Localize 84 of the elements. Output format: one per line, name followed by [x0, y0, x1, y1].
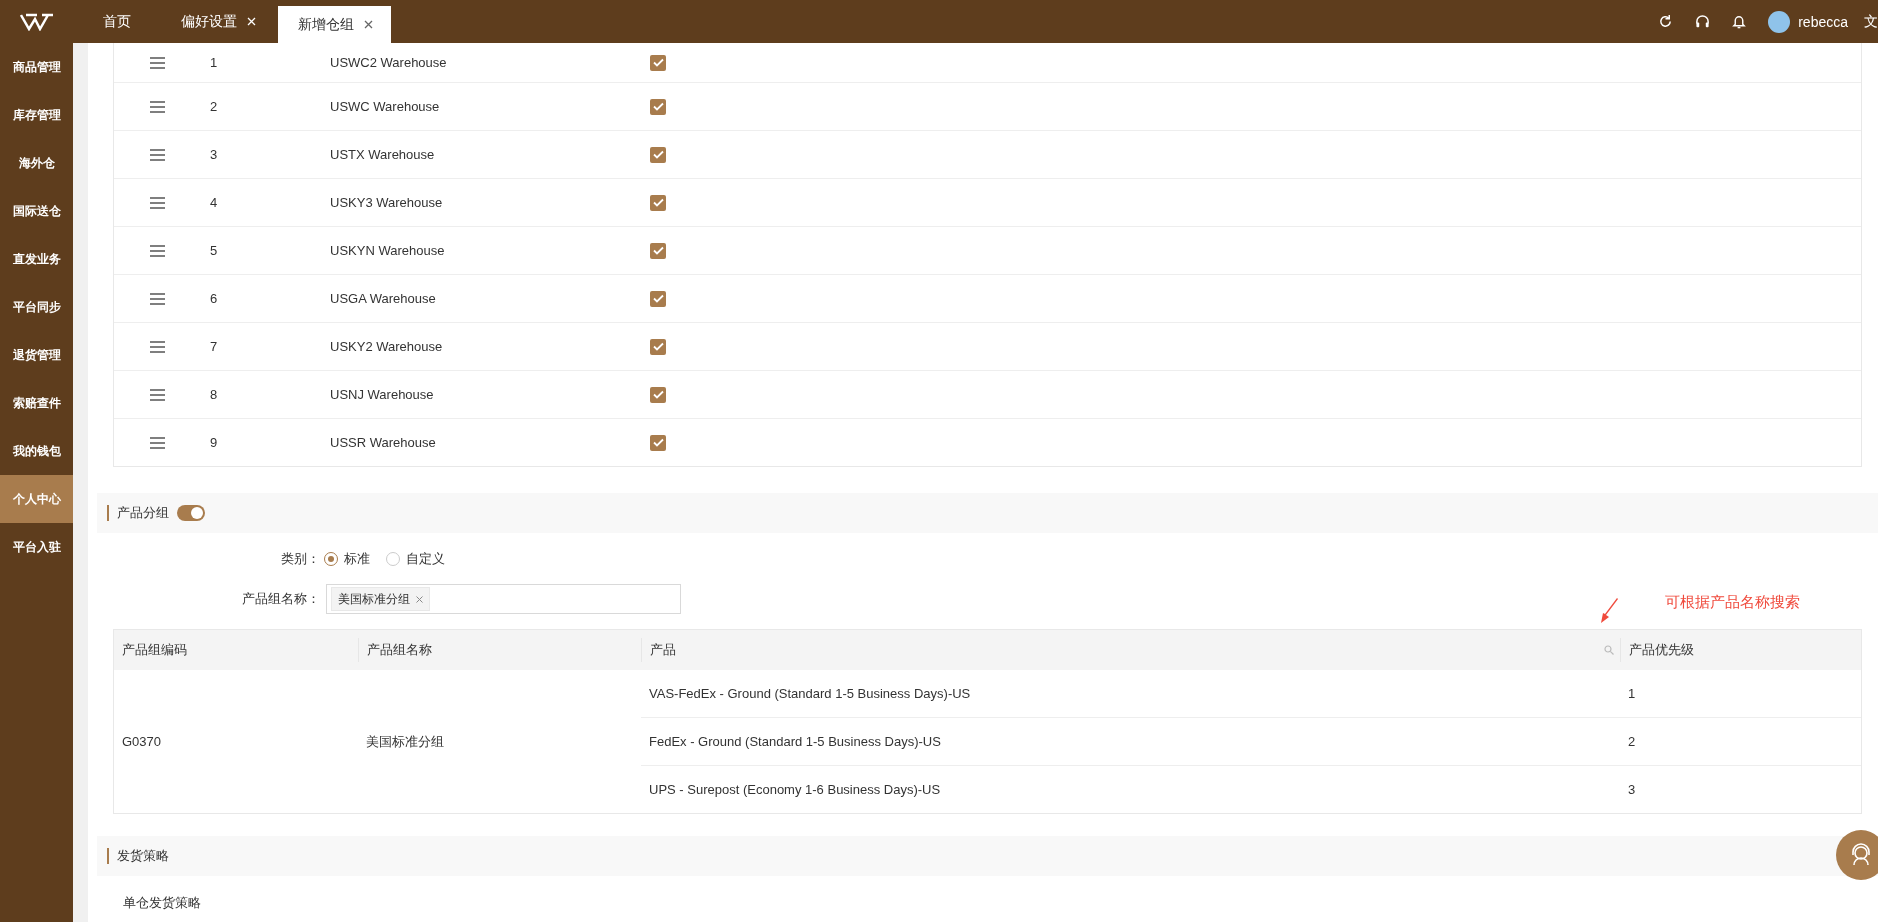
refresh-icon[interactable]	[1658, 14, 1674, 29]
drag-handle-icon[interactable]	[150, 196, 165, 209]
sidebar-item[interactable]: 库存管理	[0, 91, 73, 139]
drag-handle-icon[interactable]	[150, 244, 165, 257]
radio-option[interactable]: 标准	[324, 550, 370, 568]
column-header: 产品优先级	[1629, 641, 1694, 659]
sidebar-item[interactable]: 直发业务	[0, 235, 73, 283]
checkbox[interactable]	[650, 290, 666, 307]
sidebar-item[interactable]: 个人中心	[0, 475, 73, 523]
warehouse-name: USKY2 Warehouse	[330, 339, 443, 354]
sidebar-item[interactable]: 我的钱包	[0, 427, 73, 475]
field-label: 类别：	[280, 550, 321, 568]
warehouse-name: USNJ Warehouse	[330, 387, 434, 402]
checkbox[interactable]	[650, 98, 666, 115]
sidebar-item[interactable]: 退货管理	[0, 331, 73, 379]
row-number: 5	[210, 243, 218, 258]
warehouse-name: USWC Warehouse	[330, 99, 440, 114]
table-cell: UPS - Surepost (Economy 1-6 Business Days)-US	[649, 782, 941, 797]
checkbox[interactable]	[650, 242, 666, 259]
section-title: 发货策略	[117, 847, 169, 865]
drag-handle-icon[interactable]	[150, 340, 165, 353]
support-button[interactable]	[1836, 830, 1878, 880]
sidebar-item[interactable]: 索赔查件	[0, 379, 73, 427]
warehouse-name: USSR Warehouse	[330, 435, 436, 450]
column-header: 产品组名称	[367, 641, 432, 659]
annotation-arrow	[1600, 598, 1620, 624]
checkbox[interactable]	[650, 338, 666, 355]
table-cell: 1	[1628, 686, 1636, 701]
warehouse-name: USGA Warehouse	[330, 291, 436, 306]
table-cell: 3	[1628, 782, 1636, 797]
sidebar-item[interactable]: 平台同步	[0, 283, 73, 331]
user-name[interactable]: rebecca	[1798, 13, 1848, 30]
section-title: 产品分组	[117, 504, 169, 522]
column-header: 产品	[650, 641, 676, 659]
checkbox[interactable]	[650, 194, 666, 211]
subsection-title: 单仓发货策略	[123, 895, 201, 910]
row-number: 3	[210, 147, 218, 162]
checkbox[interactable]	[650, 386, 666, 403]
select-field[interactable]: 美国标准分组	[326, 584, 681, 614]
drag-handle-icon[interactable]	[150, 148, 165, 161]
warehouse-name: USKY3 Warehouse	[330, 195, 443, 210]
tag: 美国标准分组	[331, 587, 430, 611]
logo-icon	[19, 12, 54, 31]
annotation-text: 可根据产品名称搜索	[1665, 593, 1800, 612]
drag-handle-icon[interactable]	[150, 388, 165, 401]
tab[interactable]: 新增仓组	[278, 6, 391, 43]
row-number: 9	[210, 435, 218, 450]
warehouse-name: USTX Warehouse	[330, 147, 435, 162]
avatar[interactable]	[1768, 10, 1791, 33]
close-icon[interactable]	[364, 20, 373, 29]
sidebar-item[interactable]: 平台入驻	[0, 523, 73, 571]
drag-handle-icon[interactable]	[150, 436, 165, 449]
headset-person-icon	[1849, 843, 1873, 867]
tab[interactable]: 首页	[77, 0, 157, 43]
row-number: 2	[210, 99, 218, 114]
language-menu[interactable]: 文	[1864, 12, 1878, 31]
sidebar-item[interactable]: 国际送仓	[0, 187, 73, 235]
row-number: 6	[210, 291, 218, 306]
checkbox[interactable]	[650, 54, 666, 71]
checkbox[interactable]	[650, 434, 666, 451]
sidebar-item[interactable]: 海外仓	[0, 139, 73, 187]
table-cell: 美国标准分组	[366, 732, 444, 751]
bell-icon[interactable]	[1732, 14, 1747, 29]
row-number: 4	[210, 195, 218, 210]
row-number: 7	[210, 339, 218, 354]
drag-handle-icon[interactable]	[150, 56, 165, 69]
row-number: 1	[210, 55, 218, 70]
radio-option[interactable]: 自定义	[386, 550, 445, 568]
column-header: 产品组编码	[122, 641, 187, 659]
warehouse-name: USKYN Warehouse	[330, 243, 445, 258]
tab[interactable]: 偏好设置	[161, 0, 274, 43]
row-number: 8	[210, 387, 218, 402]
field-label: 产品组名称：	[241, 590, 321, 608]
warehouse-name: USWC2 Warehouse	[330, 55, 447, 70]
sidebar-item[interactable]: 商品管理	[0, 43, 73, 91]
drag-handle-icon[interactable]	[150, 292, 165, 305]
table-cell: VAS-FedEx - Ground (Standard 1-5 Business Days)-US	[649, 686, 971, 701]
drag-handle-icon[interactable]	[150, 100, 165, 113]
table-cell: G0370	[122, 734, 162, 749]
table-cell: FedEx - Ground (Standard 1-5 Business Days)-US	[649, 734, 941, 749]
checkbox[interactable]	[650, 146, 666, 163]
headset-icon[interactable]	[1695, 14, 1711, 29]
table-cell: 2	[1628, 734, 1636, 749]
toggle-switch[interactable]	[177, 505, 205, 521]
